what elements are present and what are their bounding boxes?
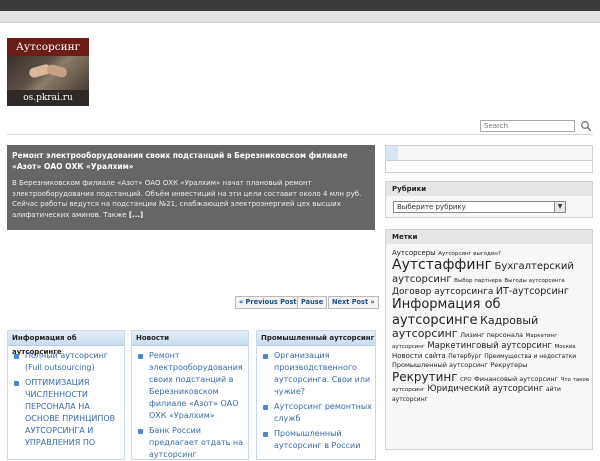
tag-link[interactable]: Рекрутинг (392, 370, 458, 384)
tag-link[interactable]: Договор аутсорсинга (392, 287, 493, 297)
widget-link[interactable]: Промышленный аутсорсинг в России (263, 428, 375, 452)
tag-link[interactable]: Аутсорсеры (392, 249, 436, 257)
read-more-link[interactable]: [...] (129, 211, 143, 219)
widget-news: Новости Ремонт электрооборудования своих… (131, 330, 249, 460)
sidebar-empty-widget (385, 145, 593, 173)
tag-link[interactable]: Преимущества и недостатки (484, 353, 576, 360)
widget-industrial-outsourcing: Промышленный аутсорсинг Организация прои… (256, 330, 376, 460)
tag-link[interactable]: СРО (460, 377, 472, 383)
featured-post: Ремонт электрооборудования своих подстан… (7, 145, 375, 230)
tag-link[interactable]: Выбор партнера (454, 278, 502, 284)
sidebar-empty-widget-header (386, 146, 592, 161)
site-logo[interactable]: Аутсорсинг os.pkrai.ru (7, 38, 89, 106)
search-icon[interactable] (580, 120, 592, 132)
widget-title: Промышленный аутсорсинг (257, 331, 375, 346)
search-input[interactable] (480, 120, 575, 132)
widget-link[interactable]: Ремонт электрооборудования своих подстан… (138, 350, 248, 422)
categories-select-value: Выберите рубрику (397, 203, 466, 211)
previous-post-button[interactable]: « Previous Post (235, 296, 301, 309)
header-divider (7, 134, 593, 135)
widget-link[interactable]: ОПТИМИЗАЦИЯ ЧИСЛЕННОСТИ ПЕРСОНАЛА НА ОСН… (14, 377, 124, 449)
tag-link[interactable]: Новости сайта (392, 352, 446, 360)
widget-link[interactable]: Организация производственного аутсорсинг… (263, 350, 375, 398)
tag-link[interactable]: Москва (555, 344, 576, 350)
categories-select[interactable]: Выберите рубрику ▼ (393, 201, 566, 213)
featured-post-title[interactable]: Ремонт электрооборудования своих подстан… (12, 150, 370, 172)
widget-list: Полный аутсорсинг (Full outsourcing) ОПТ… (8, 346, 124, 449)
featured-post-excerpt: В Березниковском филиале «Азот» ОАО ОХК … (12, 178, 370, 220)
pause-button[interactable]: Pause (297, 296, 328, 309)
categories-title: Рубрики (386, 182, 592, 196)
widget-list: Организация производственного аутсорсинг… (257, 346, 375, 452)
widget-title: Информация об аутсорсинге (8, 331, 124, 356)
logo-title: Аутсорсинг (7, 38, 89, 56)
tag-link[interactable]: Финансовый аутсорсинг (474, 375, 558, 383)
widget-outsourcing-info: Информация об аутсорсинге Полный аутсорс… (7, 330, 125, 460)
tag-link[interactable]: Промышленный аутсорсинг (392, 361, 488, 370)
widget-link[interactable]: Полный аутсорсинг (Full outsourcing) (14, 350, 124, 374)
widget-list: Ремонт электрооборудования своих подстан… (132, 346, 248, 461)
tag-link[interactable]: Маркетинговый аутсорсинг (427, 341, 552, 351)
tag-link[interactable]: Юридический аутсорсинг (427, 384, 543, 394)
chevron-down-icon: ▼ (554, 202, 565, 212)
widget-link[interactable]: Банк России предлагает отдать на аутсорс… (138, 425, 248, 461)
featured-post-body: В Березниковском филиале «Азот» ОАО ОХК … (12, 179, 362, 219)
tag-link[interactable]: Аутстаффинг (392, 257, 492, 273)
tag-link[interactable]: ИТ-аутсорсинг (496, 286, 569, 297)
top-strip (0, 11, 600, 23)
tag-link[interactable]: Лизинг персонала (460, 331, 523, 339)
widget-title: Новости (132, 331, 248, 346)
top-bar (0, 0, 600, 11)
tag-link[interactable]: Петербург (448, 353, 481, 360)
tag-cloud: Аутсорсеры Аутсорсинг выгоден? Аутстаффи… (392, 248, 590, 404)
tag-link[interactable]: Аутсорсинг выгоден? (438, 251, 500, 257)
next-post-button[interactable]: Next Post » (328, 296, 379, 309)
tags-title: Метки (386, 230, 592, 244)
tag-link[interactable]: Выгоды аутсорсинга (504, 278, 564, 284)
tag-link[interactable]: Рекрутеры (490, 361, 527, 370)
logo-url: os.pkrai.ru (7, 90, 89, 106)
widget-link[interactable]: Аутсорсинг ремонтных служб (263, 401, 375, 425)
